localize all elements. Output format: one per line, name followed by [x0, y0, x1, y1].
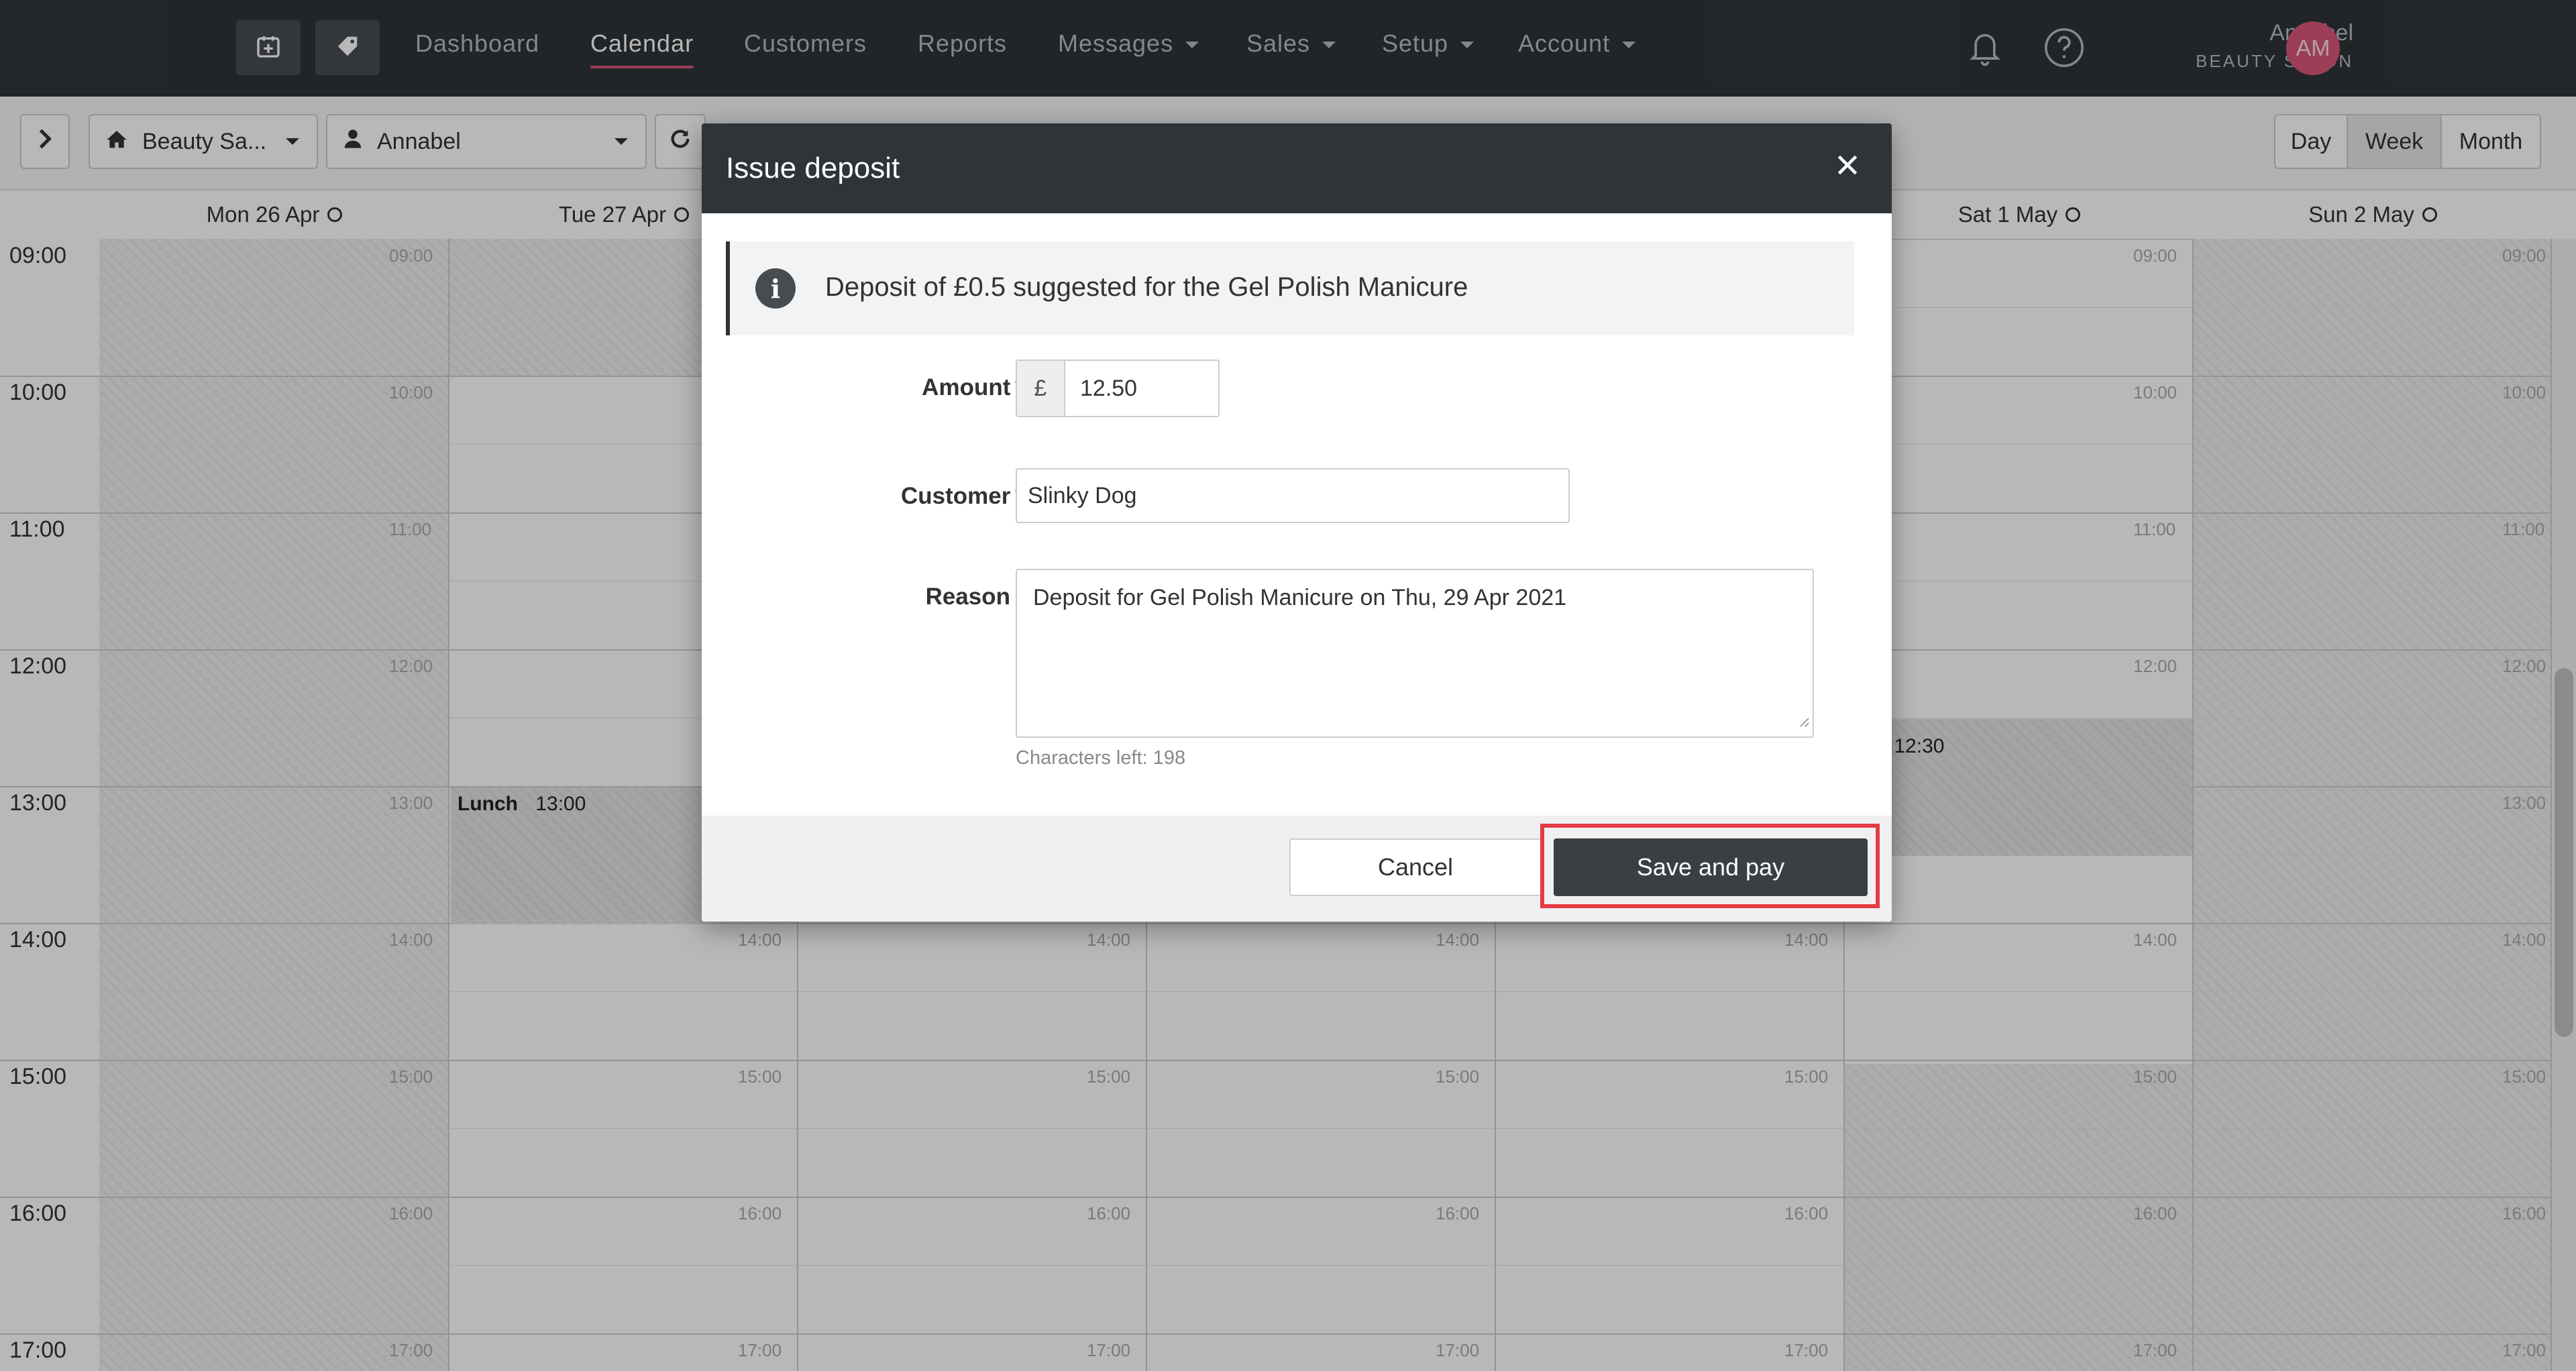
currency-addon: £	[1017, 361, 1065, 416]
reason-textarea[interactable]: Deposit for Gel Polish Manicure on Thu, …	[1016, 569, 1814, 738]
amount-label-text: Amount	[922, 374, 1011, 400]
resize-handle-icon[interactable]	[1798, 708, 1810, 734]
customer-field[interactable]: Slinky Dog	[1016, 468, 1570, 523]
dialog-title: Issue deposit	[726, 152, 900, 184]
highlight-box	[1540, 824, 1880, 908]
amount-field[interactable]: £ 12.50	[1016, 360, 1220, 417]
reason-value: Deposit for Gel Polish Manicure on Thu, …	[1033, 585, 1567, 610]
amount-label: Amount*	[896, 374, 1024, 401]
cancel-button[interactable]: Cancel	[1289, 838, 1542, 896]
deposit-suggestion-text: Deposit of £0.5 suggested for the Gel Po…	[825, 272, 1468, 302]
customer-label-text: Customer	[901, 483, 1011, 509]
deposit-suggestion-alert: i Deposit of £0.5 suggested for the Gel …	[726, 241, 1854, 335]
issue-deposit-dialog: Issue deposit i Deposit of £0.5 suggeste…	[702, 123, 1892, 922]
close-button[interactable]	[1827, 146, 1868, 186]
dialog-header: Issue deposit	[702, 123, 1892, 213]
reason-label: Reason	[925, 584, 1010, 610]
customer-value: Slinky Dog	[1028, 483, 1137, 508]
characters-left: Characters left: 198	[1016, 747, 1186, 769]
info-icon: i	[755, 268, 796, 309]
amount-value: 12.50	[1080, 376, 1138, 401]
close-icon	[1835, 153, 1860, 180]
customer-label: Customer*	[849, 483, 1024, 510]
